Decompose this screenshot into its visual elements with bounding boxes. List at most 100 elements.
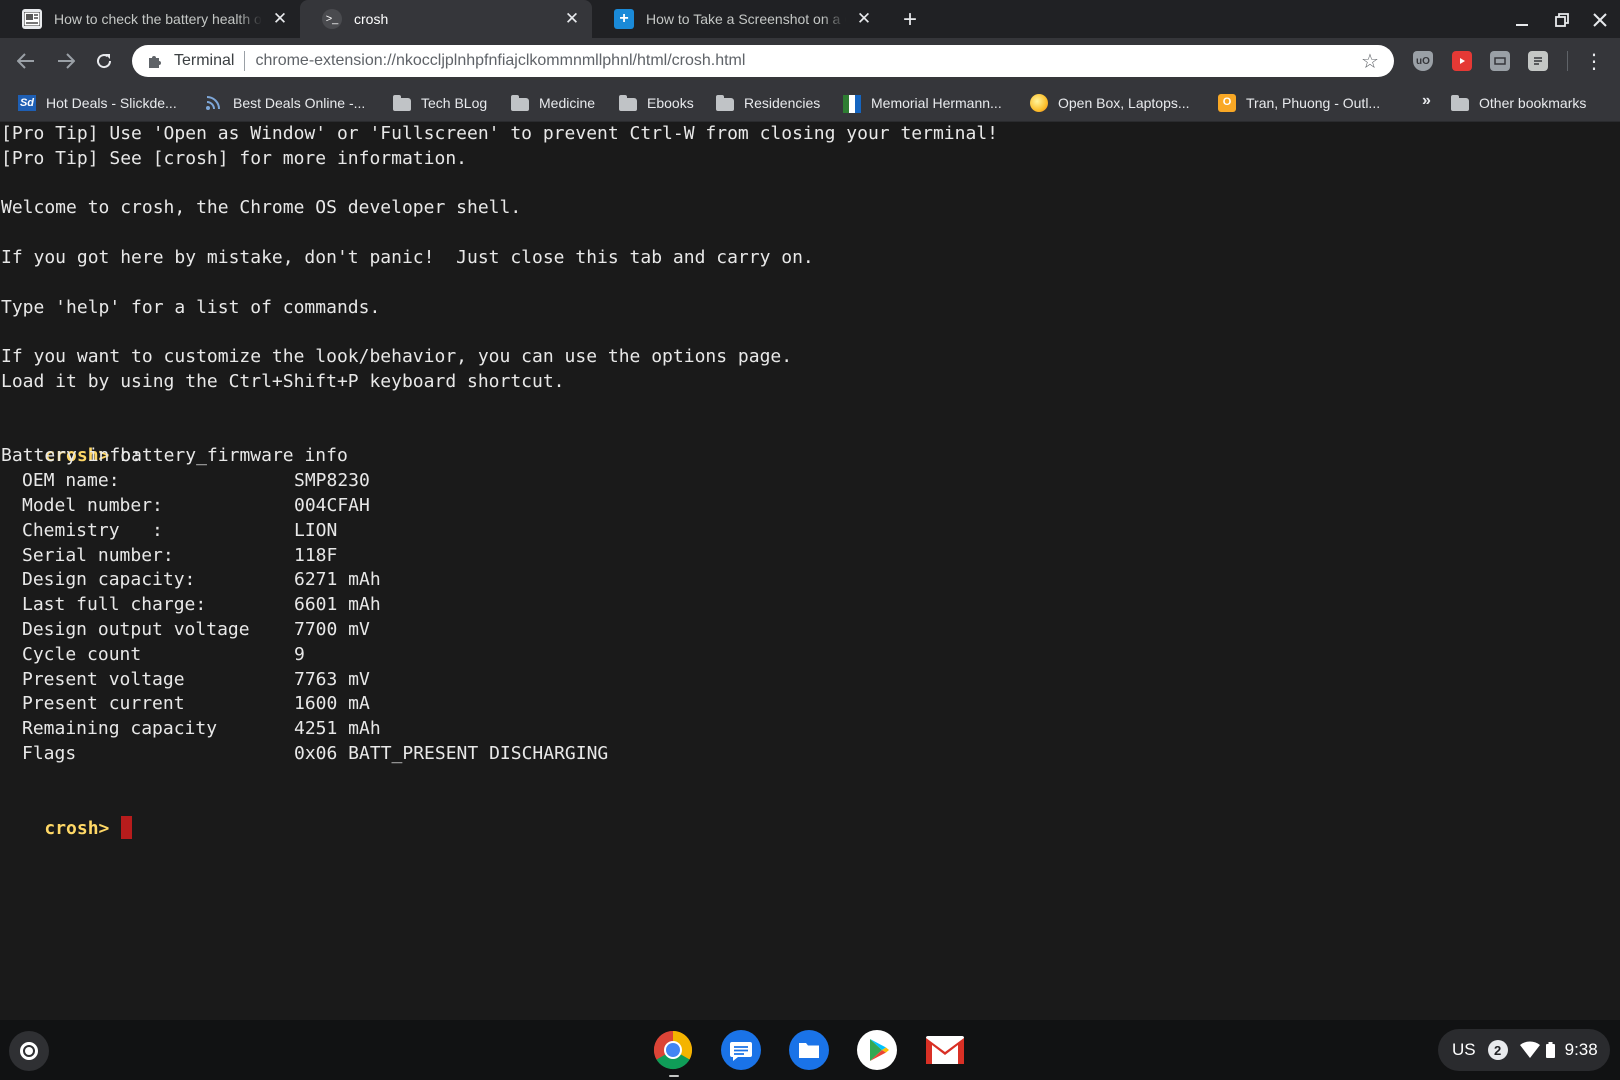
more-menu-icon[interactable]: ⋮ bbox=[1582, 49, 1606, 73]
minimize-icon[interactable] bbox=[1508, 6, 1536, 34]
battery-info-value: LION bbox=[294, 519, 338, 541]
puzzle-piece-icon bbox=[146, 52, 164, 70]
close-tab-icon[interactable]: ✕ bbox=[270, 9, 290, 29]
status-tray[interactable]: US 2 9:38 bbox=[1438, 1029, 1610, 1071]
more-bookmarks-chevron-icon[interactable]: » bbox=[1422, 92, 1431, 110]
battery-info-value: 7700 mV bbox=[294, 619, 370, 640]
article-favicon-icon bbox=[22, 9, 42, 29]
folder-icon bbox=[716, 95, 734, 111]
reader-extension-icon[interactable] bbox=[1528, 51, 1548, 71]
close-tab-icon[interactable]: ✕ bbox=[854, 9, 874, 29]
files-icon[interactable] bbox=[789, 1030, 829, 1070]
bookmark-label: Hot Deals - Slickde... bbox=[46, 95, 177, 111]
close-window-icon[interactable] bbox=[1586, 6, 1614, 34]
terminal-line: Type 'help' for a list of commands. bbox=[1, 296, 381, 318]
bookmark-item[interactable]: Ebooks bbox=[619, 92, 694, 114]
battery-info-row: Serial number: 118F bbox=[22, 544, 337, 569]
bookmark-star-icon[interactable]: ☆ bbox=[1358, 49, 1382, 73]
battery-info-row: Last full charge: 6601 mAh bbox=[22, 593, 381, 618]
memorial-hermann-icon bbox=[843, 95, 861, 113]
bookmark-item[interactable]: Best Deals Online -... bbox=[205, 92, 365, 114]
other-bookmarks[interactable]: Other bookmarks bbox=[1451, 92, 1586, 114]
notification-count-badge: 2 bbox=[1487, 1040, 1508, 1060]
new-tab-button[interactable]: + bbox=[896, 6, 924, 34]
tab-title: crosh bbox=[354, 11, 389, 27]
tab-crosh[interactable]: >_ crosh ✕ bbox=[300, 0, 592, 38]
youtube-extension-icon[interactable] bbox=[1452, 51, 1472, 71]
launcher-circle-icon bbox=[20, 1042, 38, 1060]
omnibox-divider bbox=[244, 51, 246, 71]
battery-info-value: 7763 mV bbox=[294, 668, 370, 690]
battery-info-row: Present current 1600 mA bbox=[22, 692, 370, 717]
bookmark-item[interactable]: O Tran, Phuong - Outl... bbox=[1218, 92, 1380, 114]
tab-battery-health[interactable]: How to check the battery health of your … bbox=[0, 0, 300, 38]
terminal-line: If you want to customize the look/behavi… bbox=[1, 346, 793, 368]
active-app-indicator bbox=[669, 1075, 679, 1077]
bookmark-label: Medicine bbox=[539, 95, 596, 111]
battery-info-row: Present voltage 7763 mV bbox=[22, 668, 370, 693]
bookmark-label: Open Box, Laptops... bbox=[1058, 95, 1190, 111]
battery-info-key: Last full charge: bbox=[22, 594, 207, 616]
close-tab-icon[interactable]: ✕ bbox=[562, 9, 582, 29]
bookmark-item[interactable]: Residencies bbox=[716, 92, 820, 114]
battery-icon bbox=[1545, 1042, 1555, 1058]
terminal-line: [Pro Tip] See [crosh] for more informati… bbox=[1, 147, 467, 169]
battery-info-row: Cycle count 9 bbox=[22, 643, 305, 668]
chromeos-shelf: US 2 9:38 bbox=[0, 1020, 1620, 1080]
url-text[interactable]: chrome-extension://nkoccljplnhpfnfiajclk… bbox=[255, 52, 1358, 70]
wifi-icon bbox=[1519, 1041, 1540, 1059]
battery-info-row: OEM name: SMP8230 bbox=[22, 469, 370, 494]
tab-screenshot[interactable]: + How to Take a Screenshot on a Chromebo… bbox=[592, 0, 884, 38]
bookmark-label: Tech BLog bbox=[421, 95, 488, 111]
battery-info-value: 4251 mAh bbox=[294, 718, 381, 740]
battery-info-value: 1600 mA bbox=[294, 693, 370, 715]
battery-info-key: Present voltage bbox=[22, 668, 185, 690]
crosh-terminal[interactable]: [Pro Tip] Use 'Open as Window' or 'Fulls… bbox=[0, 122, 1620, 1020]
chrome-icon[interactable] bbox=[653, 1030, 693, 1070]
battery-info-row: Model number: 004CFAH bbox=[22, 494, 370, 519]
battery-info-key: Serial number: bbox=[22, 544, 174, 566]
bookmark-item[interactable]: Medicine bbox=[511, 92, 595, 114]
bookmark-label: Residencies bbox=[744, 95, 821, 111]
cast-extension-icon[interactable] bbox=[1490, 51, 1510, 71]
bookmark-item[interactable]: Memorial Hermann... bbox=[843, 92, 1002, 114]
battery-info-value: 9 bbox=[294, 643, 305, 665]
battery-info-key: Remaining capacity bbox=[22, 718, 218, 740]
tab-title: How to Take a Screenshot on a Chromebook bbox=[646, 11, 846, 27]
launcher-button[interactable] bbox=[9, 1031, 49, 1071]
origin-chip: Terminal bbox=[174, 52, 235, 69]
back-arrow-icon[interactable] bbox=[12, 47, 40, 75]
entered-command: battery_firmware info bbox=[120, 445, 348, 467]
terminal-favicon-icon: >_ bbox=[322, 9, 342, 29]
folder-icon bbox=[511, 95, 529, 111]
bookmark-item[interactable]: Tech BLog bbox=[393, 92, 487, 114]
battery-info-value: 6601 mAh bbox=[294, 594, 381, 616]
reload-icon[interactable] bbox=[90, 47, 118, 75]
ublock-extension-icon[interactable]: uO bbox=[1413, 51, 1433, 71]
messages-icon[interactable] bbox=[721, 1030, 761, 1070]
battery-info-key: Cycle count bbox=[22, 643, 142, 665]
bookmark-label: Ebooks bbox=[647, 95, 694, 111]
play-store-icon[interactable] bbox=[857, 1030, 897, 1070]
tab-title: How to check the battery health of your … bbox=[54, 11, 262, 27]
bookmark-label: Other bookmarks bbox=[1479, 95, 1587, 111]
bookmark-item[interactable]: Open Box, Laptops... bbox=[1030, 92, 1190, 114]
toolbar-separator bbox=[1567, 51, 1568, 71]
bookmark-label: Best Deals Online -... bbox=[233, 95, 366, 111]
battery-info-value: 004CFAH bbox=[294, 495, 370, 516]
address-bar[interactable]: Terminal chrome-extension://nkoccljplnhp… bbox=[132, 45, 1394, 77]
shell-prompt: crosh> bbox=[44, 818, 110, 840]
battery-info-value: 0x06 BATT_PRESENT DISCHARGING bbox=[294, 743, 609, 764]
restore-icon[interactable] bbox=[1548, 6, 1576, 34]
gmail-icon[interactable] bbox=[925, 1030, 965, 1070]
battery-info-key: OEM name: bbox=[22, 470, 120, 492]
bookmark-item[interactable]: Sd Hot Deals - Slickde... bbox=[18, 92, 177, 114]
battery-info-value: SMP8230 bbox=[294, 470, 370, 492]
battery-info-row: Flags 0x06 BATT_PRESENT DISCHARGING bbox=[22, 742, 608, 767]
forward-arrow-icon[interactable] bbox=[52, 47, 80, 75]
battery-info-key: Flags bbox=[22, 743, 77, 764]
battery-info-row: Remaining capacity 4251 mAh bbox=[22, 717, 381, 742]
slickdeals-icon: Sd bbox=[18, 95, 36, 111]
yellow-orb-icon bbox=[1030, 94, 1048, 112]
outlook-icon: O bbox=[1218, 94, 1236, 112]
